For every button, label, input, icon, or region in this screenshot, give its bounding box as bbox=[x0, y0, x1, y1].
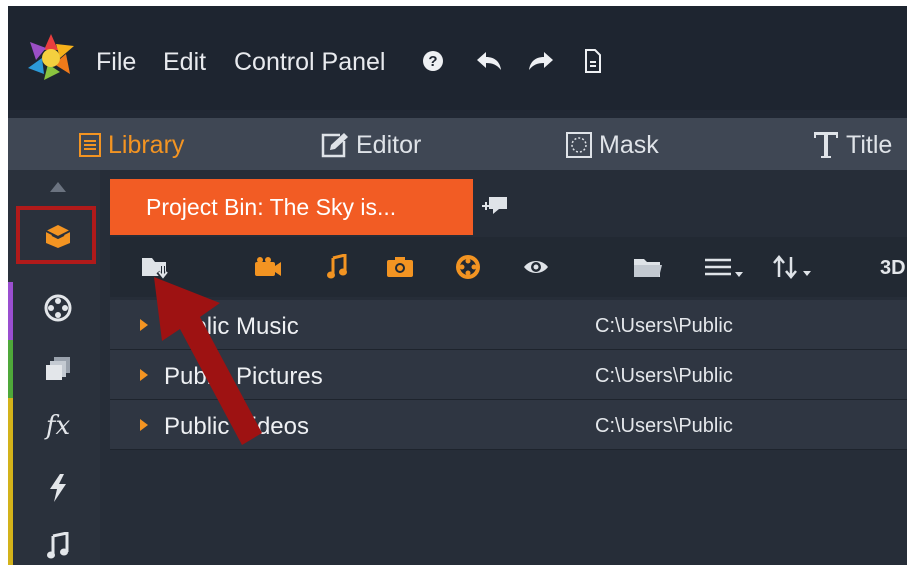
folder-path: C:\Users\Public bbox=[595, 415, 733, 437]
folder-path: C:\Users\Public bbox=[595, 365, 733, 387]
folder-icon[interactable] bbox=[630, 251, 666, 283]
left-sidebar: fx bbox=[8, 170, 100, 565]
category-stripe bbox=[8, 282, 13, 340]
menu-file[interactable]: File bbox=[96, 48, 136, 76]
menu-edit[interactable]: Edit bbox=[163, 48, 206, 76]
mode-tab-bar: Library Editor Mask Title bbox=[8, 118, 907, 170]
eye-icon[interactable] bbox=[518, 251, 554, 283]
expand-arrow-icon[interactable] bbox=[140, 419, 148, 431]
tab-library[interactable]: Library bbox=[78, 128, 184, 162]
effects-icon[interactable]: fx bbox=[28, 404, 88, 448]
annotation-highlight-box bbox=[16, 206, 96, 264]
tab-editor-label: Editor bbox=[356, 130, 422, 159]
tab-editor[interactable]: Editor bbox=[320, 128, 421, 162]
add-bin-icon[interactable] bbox=[480, 192, 510, 218]
expand-arrow-icon[interactable] bbox=[140, 319, 148, 331]
undo-icon[interactable] bbox=[474, 46, 504, 76]
folder-name: Public Videos bbox=[164, 413, 309, 440]
list-view-icon[interactable] bbox=[700, 251, 746, 283]
folder-list: Public Music C:\Users\Public Public Pict… bbox=[110, 300, 907, 450]
tab-mask[interactable]: Mask bbox=[565, 128, 659, 162]
list-item[interactable]: Public Videos C:\Users\Public bbox=[110, 400, 907, 450]
menu-control-panel[interactable]: Control Panel bbox=[234, 48, 385, 76]
library-toolbar: 3D bbox=[110, 237, 907, 297]
redo-icon[interactable] bbox=[526, 46, 556, 76]
project-bin-tab-label: Project Bin: The Sky is... bbox=[146, 193, 397, 220]
3d-filter-button[interactable]: 3D bbox=[880, 257, 906, 280]
transitions-icon[interactable] bbox=[28, 466, 88, 510]
expand-arrow-icon[interactable] bbox=[140, 369, 148, 381]
category-stripe bbox=[8, 340, 13, 398]
list-item[interactable]: Public Music C:\Users\Public bbox=[110, 300, 907, 350]
mask-icon bbox=[566, 132, 592, 158]
folder-name: Public Pictures bbox=[164, 363, 323, 390]
scroll-up-icon[interactable] bbox=[28, 172, 88, 202]
help-icon[interactable]: ? bbox=[418, 46, 448, 76]
import-folder-icon[interactable] bbox=[138, 251, 174, 283]
app-logo-icon bbox=[28, 34, 74, 80]
tab-mask-label: Mask bbox=[599, 130, 659, 159]
app-window: File Edit Control Panel ? Library Editor… bbox=[8, 6, 907, 565]
folder-path: C:\Users\Public bbox=[595, 315, 733, 337]
audio-filter-icon[interactable] bbox=[322, 251, 352, 283]
edit-icon bbox=[321, 133, 348, 158]
tab-library-label: Library bbox=[108, 130, 185, 159]
effects-label: fx bbox=[45, 411, 71, 441]
list-icon bbox=[79, 133, 101, 157]
project-filter-icon[interactable] bbox=[450, 251, 486, 283]
media-reel-icon[interactable] bbox=[28, 286, 88, 330]
list-item[interactable]: Public Pictures C:\Users\Public bbox=[110, 350, 907, 400]
music-icon[interactable] bbox=[28, 524, 88, 565]
tab-title[interactable]: Title bbox=[812, 128, 892, 162]
tab-title-label: Title bbox=[846, 130, 893, 159]
category-stripe bbox=[8, 398, 13, 565]
document-icon[interactable] bbox=[578, 46, 608, 76]
sort-icon[interactable] bbox=[770, 251, 820, 283]
library-panel: Project Bin: The Sky is... 3D Public Mus… bbox=[100, 170, 907, 565]
project-bin-tab[interactable]: Project Bin: The Sky is... bbox=[110, 179, 473, 235]
svg-text:?: ? bbox=[428, 53, 437, 70]
folder-name: Public Music bbox=[164, 313, 299, 340]
collections-icon[interactable] bbox=[28, 346, 88, 390]
photo-filter-icon[interactable] bbox=[382, 251, 418, 283]
title-icon bbox=[814, 132, 838, 158]
menu-bar: File Edit Control Panel ? bbox=[8, 6, 907, 110]
video-filter-icon[interactable] bbox=[250, 251, 286, 283]
